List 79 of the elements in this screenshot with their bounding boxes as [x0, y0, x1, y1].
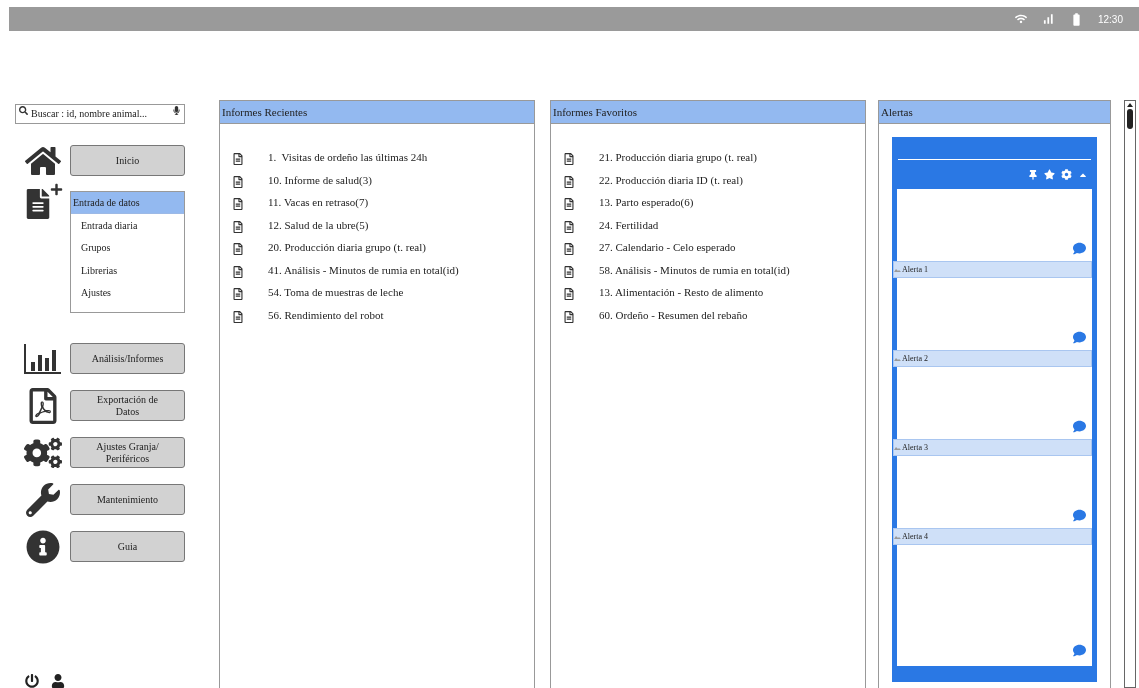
info-icon — [25, 529, 60, 564]
report-link[interactable]: 41. Análisis - Minutos de rumia en total(id) — [268, 261, 459, 278]
nav-button[interactable]: Exportación de Datos — [70, 390, 185, 421]
document-icon — [232, 198, 244, 211]
image-icon — [894, 534, 901, 539]
document-icon — [563, 175, 575, 188]
report-link[interactable]: 60. Ordeño - Resumen del rebaño — [599, 306, 748, 323]
scroll-thumb[interactable] — [1127, 109, 1133, 129]
submenu-item[interactable]: Librerias — [71, 259, 184, 282]
power-icon[interactable] — [25, 674, 39, 688]
report-link[interactable]: 58. Análisis - Minutos de rumia en total(id) — [599, 261, 790, 278]
alert-bar[interactable]: Alerta 4 — [893, 528, 1092, 545]
report-link[interactable]: 11. Vacas en retraso(7) — [268, 194, 369, 211]
alert-bar[interactable]: Alerta 1 — [893, 261, 1092, 278]
document-icon — [563, 288, 575, 301]
report-link[interactable]: 13. Alimentación - Resto de alimento — [599, 284, 764, 301]
settings-icon[interactable] — [1061, 169, 1072, 180]
alert-label: Alerta 4 — [902, 530, 928, 543]
report-link[interactable]: 13. Parto esperado(6) — [599, 194, 694, 211]
clock: 12:30 — [1097, 12, 1123, 27]
image-icon — [894, 445, 901, 450]
comment-icon[interactable] — [1073, 509, 1086, 522]
document-icon — [232, 175, 244, 188]
report-link[interactable]: 54. Toma de muestras de leche — [268, 284, 404, 301]
document-icon — [232, 243, 244, 256]
comment-icon[interactable] — [1073, 242, 1086, 255]
document-icon — [563, 220, 575, 233]
nav-button[interactable]: Guia — [70, 531, 185, 562]
report-link[interactable]: 24. Fertilidad — [599, 216, 659, 233]
comment-icon[interactable] — [1073, 644, 1086, 657]
submenu-item[interactable]: Grupos — [71, 236, 184, 259]
alert-bar[interactable]: Alerta 2 — [893, 350, 1092, 367]
submenu-item[interactable]: Entrada diaria — [71, 214, 184, 237]
user-icon[interactable] — [51, 674, 65, 688]
comment-icon[interactable] — [1073, 420, 1086, 433]
scroll-up-icon[interactable] — [1127, 103, 1133, 107]
document-icon — [563, 153, 575, 166]
search-field[interactable]: Buscar : id, nombre animal... — [15, 103, 185, 124]
panel-title: Informes Favoritos — [553, 104, 637, 120]
report-link[interactable]: 12. Salud de la ubre(5) — [268, 216, 369, 233]
panel-title: Informes Recientes — [222, 104, 308, 120]
comment-icon[interactable] — [1073, 331, 1086, 344]
alert-label: Alerta 3 — [902, 441, 928, 454]
report-link[interactable]: 22. Producción diaria ID (t. real) — [599, 171, 743, 188]
submenu-item[interactable]: Ajustes — [71, 281, 184, 304]
document-icon — [563, 198, 575, 211]
document-icon — [232, 220, 244, 233]
report-link[interactable]: 10. Informe de salud(3) — [268, 171, 372, 188]
alert-label: Alerta 2 — [902, 352, 928, 365]
search-icon — [19, 106, 28, 115]
nav-button[interactable]: Inicio — [70, 145, 185, 176]
document-icon — [563, 310, 575, 323]
report-link[interactable]: 21. Producción diaria grupo (t. real) — [599, 149, 757, 166]
wifi-icon — [1014, 13, 1027, 25]
document-icon — [232, 153, 244, 166]
panel-title: Alertas — [881, 104, 913, 120]
report-link[interactable]: 27. Calendario - Celo esperado — [599, 239, 736, 256]
image-icon — [894, 356, 901, 361]
microphone-icon — [172, 106, 181, 115]
pin-icon[interactable] — [1028, 169, 1038, 180]
alert-bar[interactable]: Alerta 3 — [893, 439, 1092, 456]
nav-button[interactable]: Mantenimiento — [70, 484, 185, 515]
bar-chart-icon — [23, 343, 62, 374]
star-icon[interactable] — [1044, 169, 1055, 180]
alert-label: Alerta 1 — [902, 263, 928, 276]
document-icon — [232, 310, 244, 323]
document-icon — [232, 265, 244, 278]
menu-header[interactable]: Entrada de datos — [71, 192, 184, 214]
wrench-icon — [25, 482, 60, 517]
document-icon — [232, 288, 244, 301]
report-link[interactable]: 20. Producción diaria grupo (t. real) — [268, 239, 426, 256]
report-link[interactable]: 56. Rendimiento del robot — [268, 306, 384, 323]
nav-button[interactable]: Análisis/Informes — [70, 343, 185, 374]
image-icon — [894, 267, 901, 272]
report-link[interactable]: 1. Visitas de ordeño las últimas 24h — [268, 149, 428, 166]
document-icon — [563, 265, 575, 278]
document-icon — [563, 243, 575, 256]
scrollbar[interactable] — [1124, 100, 1136, 688]
nav-button[interactable]: Ajustes Granja/ Periféricos — [70, 437, 185, 468]
